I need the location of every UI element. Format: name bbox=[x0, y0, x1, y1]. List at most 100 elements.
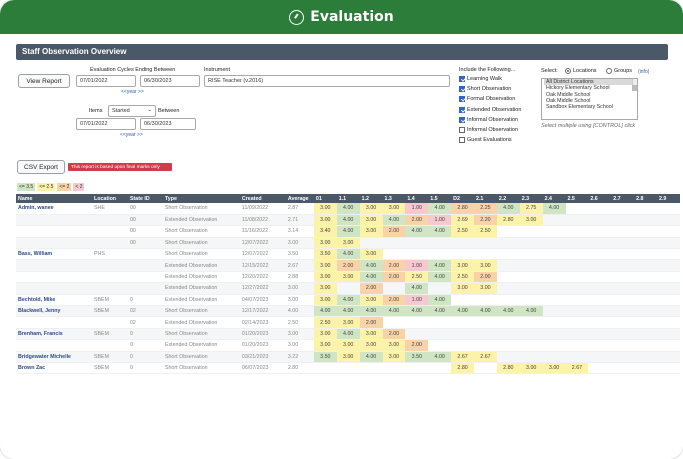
state-id-cell: 0 bbox=[127, 294, 163, 307]
table-row[interactable]: 00 Extended Observation 11/08/2022 2.71 3.00… bbox=[16, 214, 680, 227]
column-header[interactable]: Average bbox=[285, 194, 314, 203]
name-cell[interactable] bbox=[16, 237, 92, 250]
location-cell: SBEM bbox=[91, 328, 128, 341]
score-cell bbox=[382, 282, 406, 295]
column-header[interactable]: 1.1 bbox=[336, 194, 360, 203]
table-row[interactable]: Extended Observation 12/20/2022 2.88 3.00 3.… bbox=[16, 271, 680, 284]
column-header[interactable]: 2.4 bbox=[542, 194, 566, 203]
name-cell[interactable] bbox=[16, 259, 92, 272]
table-row[interactable]: Extended Observation 12/15/2022 2.67 3.00 2.… bbox=[16, 259, 680, 272]
name-cell[interactable]: Bechtold, Mike bbox=[16, 294, 92, 307]
name-cell[interactable] bbox=[16, 282, 92, 295]
table-row[interactable]: Extended Observation 12/27/2022 3.00 3.00 2.… bbox=[16, 282, 680, 295]
include-checkbox[interactable]: Short Observation bbox=[459, 86, 511, 93]
table-row[interactable]: 00 Short Observation 12/07/2022 3.00 3.00 3.0… bbox=[16, 237, 680, 250]
table-row[interactable]: Blackwell, Jenny SBEM 02 Short Observation 1… bbox=[16, 305, 680, 318]
include-checkbox[interactable]: Informal Observation bbox=[459, 127, 518, 133]
column-header[interactable]: State ID bbox=[127, 194, 163, 203]
score-cell bbox=[588, 339, 612, 352]
score-cell bbox=[542, 328, 566, 341]
legend-yellow: <= 2.5 bbox=[37, 183, 56, 191]
column-header[interactable]: 1.3 bbox=[382, 194, 406, 203]
items-end-field[interactable]: 06/30/2023 bbox=[140, 118, 196, 130]
column-header[interactable]: 01 bbox=[313, 194, 337, 203]
include-checkbox-label: Formal Observation bbox=[467, 96, 516, 103]
items-start-field[interactable]: 07/01/2022 bbox=[76, 118, 136, 130]
locations-listbox[interactable]: All District Locations Hickory Elementary… bbox=[541, 78, 638, 120]
include-checkbox[interactable]: Guest Evaluations bbox=[459, 137, 512, 144]
column-header[interactable]: 2.5 bbox=[565, 194, 589, 203]
score-cell bbox=[382, 248, 406, 261]
name-cell[interactable] bbox=[16, 214, 92, 227]
include-checkbox[interactable]: Informal Observation bbox=[459, 116, 518, 123]
items-label: Items bbox=[89, 108, 103, 114]
csv-export-button[interactable]: CSV Export bbox=[17, 160, 65, 174]
score-cell bbox=[588, 328, 612, 341]
score-cell bbox=[519, 316, 543, 329]
column-header[interactable]: Type bbox=[162, 194, 240, 203]
type-cell: Short Observation bbox=[162, 248, 240, 261]
table-row[interactable]: 0 Extended Observation 01/20/2023 3.00 3.00 3… bbox=[16, 339, 680, 352]
column-header[interactable]: Created bbox=[239, 194, 286, 203]
include-checkbox[interactable]: Formal Observation bbox=[459, 96, 516, 103]
listbox-scrollbar[interactable] bbox=[632, 79, 637, 92]
column-header[interactable]: Name bbox=[16, 194, 92, 203]
include-checkbox[interactable]: Extended Observation bbox=[459, 106, 521, 113]
table-row[interactable]: Brown Zac SBEM 0 Short Observation 06/07/202… bbox=[16, 362, 680, 375]
scrollbar-thumb[interactable] bbox=[632, 85, 637, 92]
name-cell[interactable]: Bass, William bbox=[16, 248, 92, 261]
table-row[interactable]: 02 Extended Observation 02/14/2023 2.50 2.50… bbox=[16, 316, 680, 329]
view-report-button[interactable]: View Report bbox=[18, 74, 70, 88]
column-header[interactable]: 2.3 bbox=[519, 194, 543, 203]
score-cell: 4.00 bbox=[405, 225, 429, 238]
cycle-start-field[interactable]: 07/01/2022 bbox=[76, 75, 136, 87]
table-row[interactable]: Admin, wanee SHE 00 Short Observation 11/09/… bbox=[16, 203, 680, 215]
include-checkbox[interactable]: Learning Walk bbox=[459, 76, 502, 82]
radio-locations[interactable]: Locations bbox=[565, 68, 597, 74]
column-header[interactable]: 1.2 bbox=[359, 194, 383, 203]
name-cell[interactable] bbox=[16, 316, 92, 329]
name-cell[interactable] bbox=[16, 225, 92, 238]
score-cell bbox=[634, 351, 657, 363]
radio-groups[interactable]: Groups bbox=[606, 68, 632, 74]
name-cell[interactable]: Brenham, Francis bbox=[16, 328, 92, 341]
name-cell[interactable]: Bridgewater Michelle bbox=[16, 351, 92, 363]
score-cell bbox=[565, 203, 589, 215]
table-row[interactable]: Bridgewater Michelle SBEM 0 Short Observati… bbox=[16, 351, 680, 363]
name-cell[interactable] bbox=[16, 339, 92, 352]
items-year-link[interactable]: <<year >> bbox=[120, 132, 143, 138]
items-select-value: Started bbox=[112, 108, 130, 114]
score-cell bbox=[428, 237, 452, 250]
score-cell bbox=[588, 225, 612, 238]
name-cell[interactable]: Brown Zac bbox=[16, 362, 92, 375]
items-select[interactable]: Started ⌄ bbox=[108, 105, 156, 117]
instrument-field[interactable]: RISE Teacher (v.2016) bbox=[204, 75, 450, 87]
column-header[interactable]: Location bbox=[91, 194, 128, 203]
column-header[interactable]: 2.2 bbox=[496, 194, 520, 203]
table-row[interactable]: Bechtold, Mike SBEM 0 Extended Observation 0… bbox=[16, 294, 680, 307]
location-option[interactable]: Sandbox Elementary School bbox=[544, 104, 635, 110]
column-header[interactable]: 1.5 bbox=[428, 194, 452, 203]
location-cell: SBEM bbox=[91, 362, 128, 375]
score-cell bbox=[565, 248, 589, 261]
table-row[interactable]: Bass, William PHS Short Observation 12/07/2… bbox=[16, 248, 680, 261]
column-header[interactable]: 2.6 bbox=[588, 194, 612, 203]
score-cell: 4.00 bbox=[382, 214, 406, 227]
type-cell: Short Observation bbox=[162, 328, 240, 341]
name-cell[interactable]: Blackwell, Jenny bbox=[16, 305, 92, 318]
info-link[interactable]: (info) bbox=[638, 69, 649, 75]
cycle-year-link[interactable]: <<year >> bbox=[121, 89, 144, 95]
cycle-end-field[interactable]: 06/30/2023 bbox=[140, 75, 200, 87]
name-cell[interactable]: Admin, wanee bbox=[16, 203, 92, 215]
column-header[interactable]: 1.4 bbox=[405, 194, 429, 203]
score-cell bbox=[657, 259, 680, 272]
table-row[interactable]: 00 Short Observation 11/16/2022 3.14 3.40 4.0… bbox=[16, 225, 680, 238]
column-header[interactable]: 2.7 bbox=[611, 194, 635, 203]
name-cell[interactable] bbox=[16, 271, 92, 284]
column-header[interactable]: D2 bbox=[451, 194, 474, 203]
column-header[interactable]: 2.1 bbox=[474, 194, 497, 203]
column-header[interactable]: 2.8 bbox=[634, 194, 657, 203]
score-cell: 3.00 bbox=[313, 294, 337, 307]
column-header[interactable]: 2.9 bbox=[657, 194, 680, 203]
table-row[interactable]: Brenham, Francis SBEM 0 Short Observation 01… bbox=[16, 328, 680, 341]
